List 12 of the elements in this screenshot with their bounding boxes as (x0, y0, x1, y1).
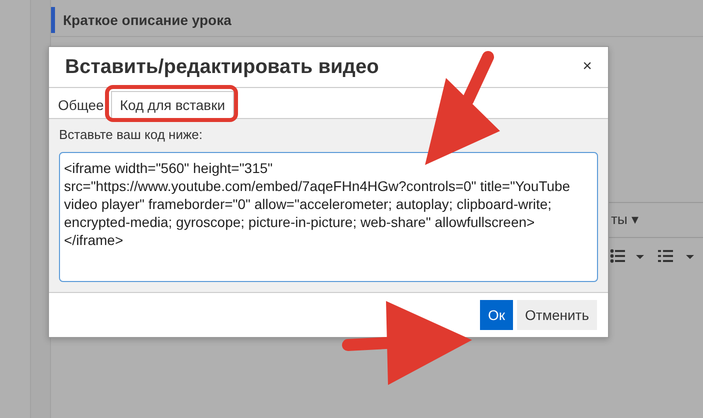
accent-bar (50, 7, 55, 33)
close-button[interactable]: × (582, 58, 592, 76)
toolbar-label[interactable]: ты (611, 211, 628, 227)
tab[interactable]: Код для вставки (110, 91, 234, 119)
ok-button[interactable]: Ок (480, 300, 514, 330)
field-label: Вставьте ваш код ниже: (59, 127, 204, 142)
caret-icon[interactable]: ▾ (631, 211, 638, 227)
cancel-button[interactable]: Отменить (517, 300, 597, 330)
tab[interactable]: Общее (55, 91, 107, 119)
dialog-title: Вставить/редактировать видео (65, 56, 379, 78)
section-title: Краткое описание урока (63, 12, 232, 28)
code-field[interactable]: <iframe width="560" height="315" src="https://www.youtube.com/embed/7aqeFHn4HGw?controls=0" title="YouTube video player" frameborder="0" allow="accelerometer; autoplay; clipboard-write; encrypted-media; gyroscope; picture-in-picture; web-share" allowfullscreen></iframe> (59, 152, 598, 282)
